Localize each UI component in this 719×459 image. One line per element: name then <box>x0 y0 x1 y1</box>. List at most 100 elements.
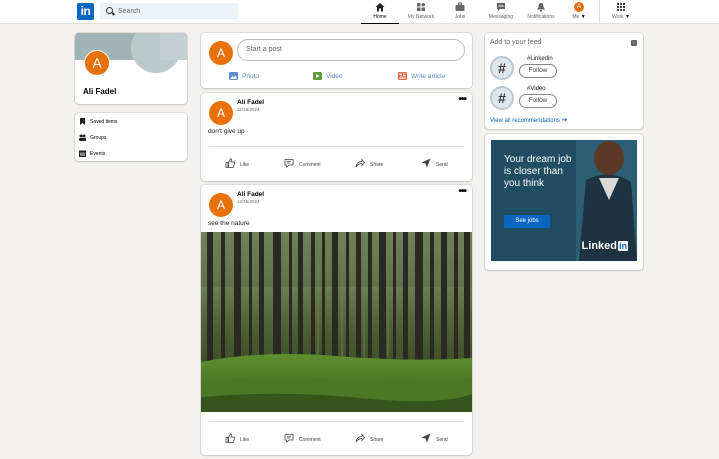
post-author-name[interactable]: Ali Fadel <box>237 191 264 198</box>
post-author-avatar[interactable]: A <box>209 101 233 125</box>
post-text: don't give up <box>208 128 245 135</box>
avatar: A <box>574 2 584 12</box>
arrow-right-icon: ➔ <box>561 117 568 124</box>
write-article-label: Write article <box>411 73 446 80</box>
sidebar-item-groups[interactable]: Groups <box>79 132 179 144</box>
send-button[interactable]: Send <box>421 158 453 170</box>
bell-icon <box>537 3 545 12</box>
comment-button[interactable]: Comment <box>284 433 329 445</box>
like-icon <box>225 433 235 443</box>
home-icon <box>375 3 385 12</box>
share-icon <box>355 433 365 443</box>
job-ad-banner[interactable]: Your dream job is closer than you think … <box>491 140 637 261</box>
comment-button[interactable]: Comment <box>284 158 329 170</box>
post-image[interactable] <box>201 232 472 412</box>
sidebar-item-saved-items[interactable]: Saved items <box>79 116 179 128</box>
nav-label: Jobs <box>454 14 466 20</box>
more-options-icon[interactable]: ••• <box>458 186 466 197</box>
nav-label: Messaging <box>488 14 514 20</box>
post-author-avatar[interactable]: A <box>209 193 233 217</box>
info-icon[interactable]: i <box>631 40 637 46</box>
nav-jobs[interactable]: Jobs <box>445 0 475 24</box>
more-options-icon[interactable]: ••• <box>458 94 466 105</box>
linkedin-logo[interactable]: in <box>77 3 94 20</box>
feed-post: A Ali Fadel 12/15/2024 ••• see the natur… <box>201 185 472 455</box>
ad-logo-text: Linked <box>581 240 617 252</box>
share-label: Share <box>370 437 384 443</box>
sidebar-item-label: Events <box>90 151 106 157</box>
nav-work[interactable]: Work ▼ <box>607 0 635 24</box>
nav-notifications[interactable]: Notifications <box>522 0 560 24</box>
share-icon <box>355 158 365 168</box>
post-date: 12/15/2024 <box>237 199 260 204</box>
search-box[interactable] <box>100 3 238 20</box>
send-icon <box>421 158 431 168</box>
hashtag-name[interactable]: #Linkedin <box>527 56 553 62</box>
ad-linkedin-logo: Linked in <box>582 240 628 252</box>
hashtag-icon: # <box>490 86 514 110</box>
video-icon <box>313 72 322 80</box>
post-author-name[interactable]: Ali Fadel <box>237 99 264 106</box>
see-jobs-button[interactable]: See jobs <box>504 215 550 228</box>
ad-card: Your dream job is closer than you think … <box>485 134 643 270</box>
video-button[interactable]: Video <box>313 71 353 83</box>
search-input[interactable] <box>118 5 233 18</box>
view-all-recommendations-link[interactable]: View all recommendations ➔ <box>490 116 567 124</box>
share-button[interactable]: Share <box>355 158 391 170</box>
start-post-input[interactable]: Start a post <box>237 39 465 61</box>
nav-me[interactable]: A Me ▼ <box>566 0 592 24</box>
ad-logo-in: in <box>618 241 628 251</box>
post-divider <box>209 421 464 422</box>
chevron-down-icon: ▼ <box>625 14 630 20</box>
sidebar-item-label: Saved items <box>90 119 118 125</box>
search-icon <box>106 7 113 14</box>
nav-messaging[interactable]: Messaging <box>483 0 519 24</box>
write-article-button[interactable]: Write article <box>398 71 458 83</box>
nav-label: Notifications <box>527 14 555 20</box>
post-composer: A Start a post Photo Video Write article <box>201 33 472 88</box>
like-label: Like <box>240 162 250 168</box>
follow-button[interactable]: Follow <box>519 64 557 78</box>
bookmark-icon <box>80 118 85 125</box>
forest-image <box>201 232 472 412</box>
profile-name[interactable]: Ali Fadel <box>83 87 116 96</box>
briefcase-icon <box>455 2 465 11</box>
network-icon <box>417 3 425 11</box>
article-icon <box>398 72 407 80</box>
share-button[interactable]: Share <box>355 433 391 445</box>
post-text: see the nature <box>208 220 250 227</box>
grid-icon <box>617 3 625 11</box>
photo-icon <box>229 72 238 80</box>
shortcuts-card: Saved items Groups Events <box>75 113 187 161</box>
nav-work-label: Work <box>612 14 624 20</box>
send-icon <box>421 433 431 443</box>
share-label: Share <box>370 162 384 168</box>
top-nav-bar: in Home My Network Jobs Messaging Notifi… <box>0 0 719 24</box>
post-divider <box>209 146 464 147</box>
nav-label: Me ▼ <box>566 14 592 20</box>
groups-icon <box>79 134 86 141</box>
comment-icon <box>284 159 294 168</box>
profile-avatar[interactable]: A <box>84 50 110 76</box>
profile-card[interactable]: A Ali Fadel <box>75 33 187 104</box>
send-label: Send <box>436 162 448 168</box>
photo-label: Photo <box>242 73 259 80</box>
feed-title: Add to your feed <box>490 39 542 46</box>
send-label: Send <box>436 437 448 443</box>
send-button[interactable]: Send <box>421 433 453 445</box>
hashtag-icon: # <box>490 56 514 80</box>
like-button[interactable]: Like <box>225 433 261 445</box>
hashtag-name[interactable]: #Video <box>527 86 546 92</box>
sidebar-item-events[interactable]: Events <box>79 148 179 160</box>
feed-recommendation: # #Linkedin Follow <box>490 56 640 82</box>
follow-button[interactable]: Follow <box>519 94 557 108</box>
comment-icon <box>284 434 294 443</box>
composer-avatar[interactable]: A <box>209 41 233 65</box>
like-button[interactable]: Like <box>225 158 261 170</box>
photo-button[interactable]: Photo <box>229 71 269 83</box>
nav-home[interactable]: Home <box>361 0 399 24</box>
chat-icon <box>497 3 505 11</box>
nav-my-network[interactable]: My Network <box>402 0 440 24</box>
like-icon <box>225 158 235 168</box>
feed-post: A Ali Fadel 12/15/2024 ••• don't give up… <box>201 93 472 181</box>
